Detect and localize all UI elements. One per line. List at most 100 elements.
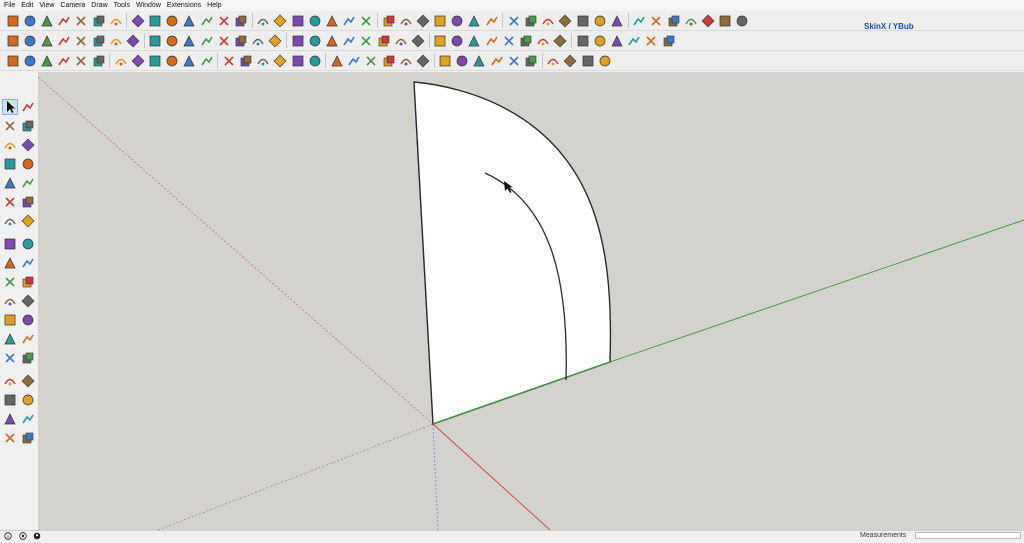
zoom-window-icon[interactable] — [20, 373, 36, 389]
x-icon[interactable] — [484, 33, 500, 49]
cube-open-icon[interactable] — [437, 53, 453, 69]
box-icon[interactable] — [307, 33, 323, 49]
measurements-input[interactable] — [915, 532, 1021, 539]
circle-icon[interactable] — [290, 53, 306, 69]
position-camera-icon[interactable] — [2, 411, 18, 427]
caret-icon[interactable] — [410, 33, 426, 49]
menu-tools[interactable]: Tools — [111, 0, 133, 11]
y-icon[interactable] — [501, 33, 517, 49]
polygon-icon[interactable] — [20, 175, 36, 191]
fold-icon[interactable] — [506, 13, 522, 29]
chair-icon[interactable] — [575, 13, 591, 29]
frame2-icon[interactable] — [363, 53, 379, 69]
globe-icon[interactable] — [449, 13, 465, 29]
lock2-icon[interactable] — [398, 53, 414, 69]
grid-icon[interactable] — [272, 13, 288, 29]
sun-icon[interactable] — [597, 53, 613, 69]
paint-icon[interactable] — [181, 33, 197, 49]
arc-icon[interactable] — [2, 194, 18, 210]
drawing-viewport[interactable] — [38, 72, 1024, 530]
book-icon[interactable] — [700, 13, 716, 29]
cube-icon[interactable] — [484, 13, 500, 29]
push-icon[interactable] — [147, 13, 163, 29]
tiles-icon[interactable] — [648, 13, 664, 29]
axis-n-icon[interactable] — [91, 33, 107, 49]
rectangle-icon[interactable] — [2, 156, 18, 172]
zoom-icon[interactable] — [2, 373, 18, 389]
camera-icon[interactable] — [250, 33, 266, 49]
print-icon[interactable] — [267, 33, 283, 49]
orbit-icon[interactable] — [2, 350, 18, 366]
pan-icon[interactable] — [393, 33, 409, 49]
draw-icon[interactable] — [147, 33, 163, 49]
model-canvas[interactable] — [38, 72, 1024, 530]
blob-icon[interactable] — [381, 13, 397, 29]
rotate-icon[interactable] — [108, 13, 124, 29]
axis-x-icon[interactable] — [5, 33, 21, 49]
user-icon[interactable] — [33, 531, 41, 540]
wave-icon[interactable] — [233, 13, 249, 29]
rotate-icon[interactable] — [2, 255, 18, 271]
video-icon[interactable] — [290, 33, 306, 49]
rock-icon[interactable] — [734, 13, 750, 29]
roof-icon[interactable] — [626, 33, 642, 49]
dot-icon[interactable] — [255, 53, 271, 69]
person-icon[interactable] — [91, 13, 107, 29]
frame-icon[interactable] — [346, 53, 362, 69]
axis-y-icon[interactable] — [22, 33, 38, 49]
grid-stack-icon[interactable] — [415, 13, 431, 29]
tape-icon[interactable] — [2, 293, 18, 309]
cube-left-icon[interactable] — [91, 53, 107, 69]
menu-edit[interactable]: Edit — [18, 0, 36, 11]
triangle2-icon[interactable] — [523, 53, 539, 69]
hatch4-icon[interactable] — [238, 53, 254, 69]
protractor-icon[interactable] — [2, 312, 18, 328]
cube-color-icon[interactable] — [552, 33, 568, 49]
axis-z-icon[interactable] — [39, 33, 55, 49]
menu-view[interactable]: View — [36, 0, 57, 11]
plane-icon[interactable] — [661, 33, 677, 49]
play-icon[interactable] — [22, 13, 38, 29]
terrain-icon[interactable] — [216, 33, 232, 49]
text-icon[interactable] — [20, 312, 36, 328]
curve-icon[interactable] — [341, 13, 357, 29]
sketchup-logo[interactable] — [5, 13, 21, 29]
people-icon[interactable] — [147, 53, 163, 69]
select-box-icon[interactable] — [199, 33, 215, 49]
cube-front-icon[interactable] — [39, 53, 55, 69]
man-icon[interactable] — [164, 53, 180, 69]
pan-icon[interactable] — [20, 350, 36, 366]
axes-icon[interactable] — [2, 331, 18, 347]
star-icon[interactable] — [545, 53, 561, 69]
line-icon[interactable] — [164, 33, 180, 49]
curve2-icon[interactable] — [358, 13, 374, 29]
paint-bucket-icon[interactable] — [2, 118, 18, 134]
circle-icon[interactable] — [2, 175, 18, 191]
shape-icon[interactable] — [199, 13, 215, 29]
prev-icon[interactable] — [56, 13, 72, 29]
push-pull-icon[interactable] — [20, 236, 36, 252]
flip-icon[interactable] — [683, 13, 699, 29]
hatch2-icon[interactable] — [199, 53, 215, 69]
layers-icon[interactable] — [609, 13, 625, 29]
shape2-icon[interactable] — [592, 33, 608, 49]
tool-cross-icon[interactable] — [272, 53, 288, 69]
tree2-icon[interactable] — [506, 53, 522, 69]
arc2-icon[interactable] — [20, 213, 36, 229]
w-icon[interactable] — [535, 33, 551, 49]
axis-e-icon[interactable] — [108, 33, 124, 49]
diamond-icon[interactable] — [181, 13, 197, 29]
arc3-icon[interactable] — [20, 194, 36, 210]
pen3-icon[interactable] — [557, 13, 573, 29]
fold2-icon[interactable] — [666, 13, 682, 29]
look-around-icon[interactable] — [20, 411, 36, 427]
dimension-icon[interactable] — [20, 293, 36, 309]
circle2-icon[interactable] — [580, 53, 596, 69]
walk-icon[interactable] — [2, 430, 18, 446]
tree-icon[interactable] — [130, 53, 146, 69]
car-icon[interactable] — [415, 53, 431, 69]
pull-icon[interactable] — [164, 13, 180, 29]
info-icon[interactable] — [4, 531, 12, 540]
cube-back-icon[interactable] — [73, 53, 89, 69]
menu-draw[interactable]: Draw — [88, 0, 110, 11]
